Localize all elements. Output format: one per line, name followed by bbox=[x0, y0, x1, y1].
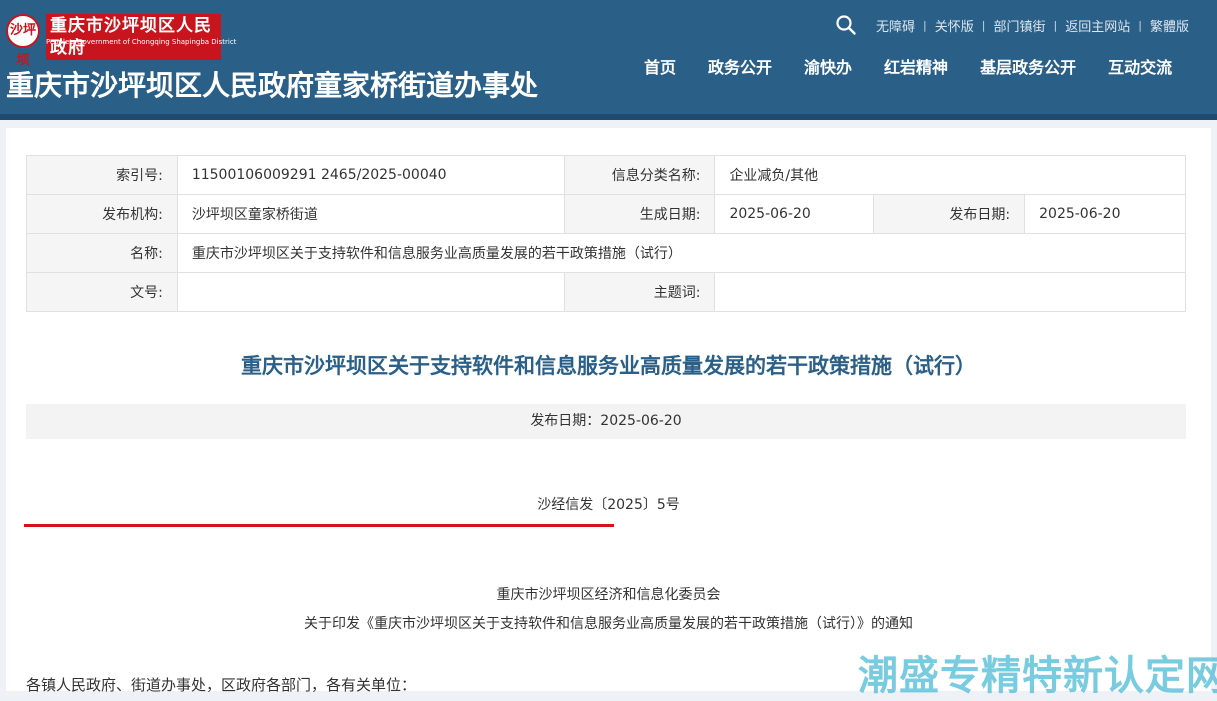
keywords-label: 主题词: bbox=[563, 272, 716, 312]
nav-interaction[interactable]: 互动交流 bbox=[1092, 56, 1188, 80]
divider: | bbox=[923, 18, 927, 32]
traditional-chinese-link[interactable]: 繁體版 bbox=[1144, 16, 1195, 35]
published-date-value: 2025-06-20 bbox=[1024, 194, 1186, 234]
nav-home[interactable]: 首页 bbox=[628, 56, 692, 80]
index-value: 11500106009291 2465/2025-00040 bbox=[176, 155, 565, 195]
doc-number-label: 文号: bbox=[26, 272, 178, 312]
main-nav: 首页 政务公开 渝快办 红岩精神 基层政务公开 互动交流 bbox=[628, 56, 1188, 80]
logo-title: 重庆市沙坪坝区人民政府 bbox=[46, 14, 221, 60]
doc-number-value bbox=[176, 272, 565, 312]
site-title: 重庆市沙坪坝区人民政府童家桥街道办事处 bbox=[6, 69, 539, 102]
main-site-link[interactable]: 返回主网站 bbox=[1059, 16, 1136, 35]
divider: | bbox=[981, 18, 986, 32]
category-label: 信息分类名称: bbox=[563, 155, 716, 195]
salutation-text: 各镇人民政府、街道办事处，区政府各部门，各有关单位： bbox=[26, 676, 417, 694]
red-header-divider bbox=[24, 524, 614, 527]
divider: | bbox=[1053, 18, 1058, 32]
elderly-care-mode-link[interactable]: 关怀版 bbox=[929, 16, 980, 35]
document-number: 沙经信发〔2025〕5号 bbox=[537, 497, 680, 513]
publisher-value: 沙坪坝区童家桥街道 bbox=[176, 194, 565, 234]
nav-hongyan-spirit[interactable]: 红岩精神 bbox=[868, 56, 964, 80]
departments-link[interactable]: 部门镇街 bbox=[987, 16, 1051, 35]
table-row: 发布机构: 沙坪坝区童家桥街道 生成日期: 2025-06-20 发布日期: 2… bbox=[26, 194, 1186, 234]
nav-grassroots-affairs[interactable]: 基层政务公开 bbox=[964, 56, 1092, 80]
publish-date-bar: 发布日期：2025-06-20 bbox=[26, 404, 1186, 439]
document-metadata-table: 索引号: 11500106009291 2465/2025-00040 信息分类… bbox=[26, 155, 1187, 312]
top-utility-links: 无障碍 | 关怀版 | 部门镇街 | 返回主网站 | 繁體版 bbox=[870, 14, 1195, 36]
site-header: 沙坪坝 重庆市沙坪坝区人民政府 People's Government of C… bbox=[0, 0, 1217, 118]
article-content: 索引号: 11500106009291 2465/2025-00040 信息分类… bbox=[6, 128, 1211, 694]
watermark-text: 潮盛专精特新认定网 bbox=[858, 653, 1217, 699]
district-emblem-icon: 沙坪坝 bbox=[6, 14, 40, 68]
table-row: 名称: 重庆市沙坪坝区关于支持软件和信息服务业高质量发展的若干政策措施（试行） bbox=[26, 233, 1187, 273]
document-title: 重庆市沙坪坝区关于支持软件和信息服务业高质量发展的若干政策措施（试行） bbox=[241, 353, 976, 378]
divider: | bbox=[1138, 18, 1142, 32]
keywords-value bbox=[714, 272, 1186, 312]
search-icon[interactable] bbox=[836, 15, 856, 35]
issuing-authority: 重庆市沙坪坝区经济和信息化委员会 bbox=[496, 587, 721, 603]
notice-title: 关于印发《重庆市沙坪坝区关于支持软件和信息服务业高质量发展的若干政策措施（试行）… bbox=[304, 616, 913, 632]
created-date-value: 2025-06-20 bbox=[714, 194, 875, 234]
table-row: 文号: 主题词: bbox=[26, 272, 1186, 312]
name-label: 名称: bbox=[26, 233, 178, 273]
name-value: 重庆市沙坪坝区关于支持软件和信息服务业高质量发展的若干政策措施（试行） bbox=[176, 233, 1187, 273]
header-divider bbox=[0, 114, 1217, 120]
published-date-label: 发布日期: bbox=[873, 194, 1026, 234]
created-date-label: 生成日期: bbox=[563, 194, 716, 234]
nav-government-affairs[interactable]: 政务公开 bbox=[692, 56, 788, 80]
publisher-label: 发布机构: bbox=[26, 194, 178, 234]
government-logo[interactable]: 沙坪坝 重庆市沙坪坝区人民政府 People's Government of C… bbox=[6, 14, 236, 68]
index-label: 索引号: bbox=[26, 155, 178, 195]
logo-subtitle: People's Government of Chongqing Shaping… bbox=[46, 38, 237, 46]
table-row: 索引号: 11500106009291 2465/2025-00040 信息分类… bbox=[26, 155, 1186, 195]
category-value: 企业减负/其他 bbox=[714, 155, 1186, 195]
nav-yukuaiban[interactable]: 渝快办 bbox=[788, 56, 868, 80]
accessibility-link[interactable]: 无障碍 bbox=[870, 16, 921, 35]
